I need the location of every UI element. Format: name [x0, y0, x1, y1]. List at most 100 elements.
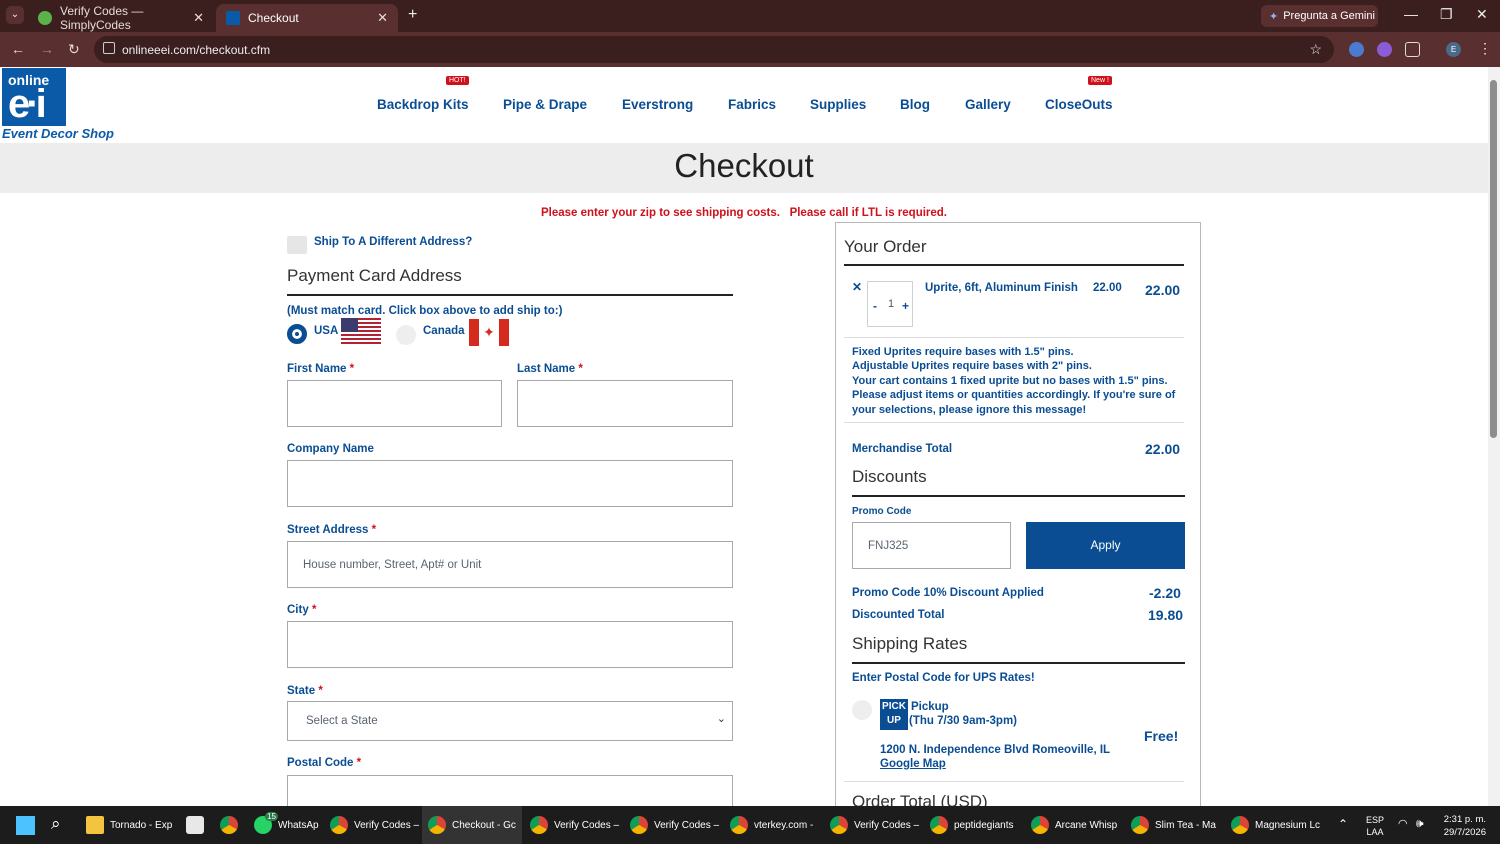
- taskbar-item-arcane[interactable]: Arcane Whisp: [1031, 806, 1117, 844]
- state-select[interactable]: Select a State ⌄: [287, 701, 733, 741]
- url-field[interactable]: onlineeei.com/checkout.cfm ☆: [94, 36, 1334, 63]
- payment-address-heading: Payment Card Address: [287, 266, 462, 285]
- promo-amount: -2.20: [1149, 585, 1181, 601]
- discounted-total-value: 19.80: [1148, 607, 1184, 623]
- qty-minus-button[interactable]: -: [873, 299, 877, 313]
- tab-search-icon[interactable]: ⌄: [6, 6, 24, 24]
- page-scrollbar[interactable]: [1488, 67, 1500, 806]
- gemini-icon: ✦: [1269, 10, 1279, 23]
- street-placeholder: House number, Street, Apt# or Unit: [303, 558, 482, 571]
- pickup-radio[interactable]: [852, 700, 872, 720]
- forward-icon[interactable]: →: [40, 41, 54, 57]
- street-label: Street Address *: [287, 524, 376, 536]
- state-text: State: [287, 685, 316, 697]
- shipping-divider: [852, 662, 1185, 664]
- bookmark-star-icon[interactable]: ☆: [1309, 41, 1322, 58]
- taskbar-item-vterkey[interactable]: vterkey.com -: [730, 806, 813, 844]
- usa-label[interactable]: USA: [314, 325, 338, 337]
- taskbar-item-magnesium[interactable]: Magnesium Lc: [1231, 806, 1320, 844]
- last-name-input[interactable]: [517, 380, 733, 427]
- uprite-notice: Fixed Uprites require bases with 1.5" pi…: [852, 346, 1176, 416]
- scrollbar-thumb[interactable]: [1490, 80, 1497, 438]
- close-window-button[interactable]: ✕: [1476, 6, 1488, 23]
- back-icon[interactable]: ←: [11, 41, 25, 57]
- first-name-text: First Name: [287, 363, 347, 375]
- menu-blog[interactable]: Blog: [900, 97, 930, 112]
- menu-everstrong[interactable]: Everstrong: [622, 97, 693, 112]
- tab-verify-codes[interactable]: Verify Codes — SimplyCodes ✕: [28, 4, 214, 32]
- menu-closeouts[interactable]: CloseOuts: [1045, 97, 1113, 112]
- company-label: Company Name: [287, 443, 374, 455]
- canada-label[interactable]: Canada: [423, 325, 465, 337]
- taskbar-label: Verify Codes –: [654, 819, 720, 831]
- street-input[interactable]: House number, Street, Apt# or Unit: [287, 541, 733, 588]
- reload-icon[interactable]: ↻: [68, 41, 80, 58]
- google-map-link[interactable]: Google Map: [880, 758, 946, 770]
- chrome-icon[interactable]: [220, 816, 238, 834]
- minimize-button[interactable]: —: [1404, 6, 1418, 22]
- qty-plus-button[interactable]: +: [902, 299, 909, 313]
- wifi-icon[interactable]: ◠: [1398, 817, 1408, 830]
- gemini-button[interactable]: ✦ Pregunta a Gemini: [1261, 5, 1378, 27]
- volume-icon[interactable]: 🕪: [1416, 816, 1424, 831]
- tab-label: Verify Codes — SimplyCodes: [60, 4, 144, 32]
- menu-supplies[interactable]: Supplies: [810, 97, 866, 112]
- taskbar-item-verify-4[interactable]: Verify Codes –: [830, 806, 919, 844]
- ship-different-label[interactable]: Ship To A Different Address?: [314, 236, 472, 248]
- extension-shield-icon[interactable]: [1349, 42, 1364, 57]
- menu-backdrop-kits[interactable]: Backdrop Kits: [377, 97, 469, 112]
- taskbar-item-verify-1[interactable]: Verify Codes –: [330, 806, 419, 844]
- usa-radio[interactable]: [287, 324, 307, 344]
- site-logo[interactable]: online e·i: [2, 68, 66, 126]
- city-input[interactable]: [287, 621, 733, 668]
- promo-code-input[interactable]: FNJ325: [852, 522, 1011, 569]
- company-input[interactable]: [287, 460, 733, 507]
- promo-code-value: FNJ325: [868, 539, 909, 552]
- item-name[interactable]: Uprite, 6ft, Aluminum Finish: [925, 282, 1078, 294]
- qty-value[interactable]: 1: [888, 298, 894, 310]
- close-tab-icon[interactable]: ✕: [193, 10, 204, 26]
- new-tab-button[interactable]: +: [408, 6, 417, 24]
- maximize-button[interactable]: ❐: [1440, 6, 1453, 23]
- language-indicator[interactable]: ESP LAA: [1366, 814, 1384, 838]
- taskbar-item-whatsapp[interactable]: WhatsAp: [254, 806, 319, 844]
- windows-start-icon[interactable]: [16, 816, 35, 835]
- tab-checkout[interactable]: Checkout ✕: [216, 4, 398, 32]
- city-text: City: [287, 604, 309, 616]
- web-page: online e·i Event Decor Shop HOT! Backdro…: [0, 67, 1488, 806]
- profile-avatar-icon[interactable]: E: [1446, 42, 1461, 57]
- tray-chevron-icon[interactable]: ⌃: [1338, 817, 1348, 831]
- taskbar-label: Slim Tea - Ma: [1155, 819, 1216, 831]
- extension-purple-icon[interactable]: [1377, 42, 1392, 57]
- notice-divider: [844, 422, 1184, 423]
- taskbar-item-slimtea[interactable]: Slim Tea - Ma: [1131, 806, 1216, 844]
- menu-pipe-drape[interactable]: Pipe & Drape: [503, 97, 587, 112]
- site-info-icon[interactable]: [103, 42, 115, 54]
- menu-kebab-icon[interactable]: ⋮: [1478, 40, 1492, 57]
- ship-different-checkbox[interactable]: [287, 236, 307, 254]
- first-name-input[interactable]: [287, 380, 502, 427]
- match-card-note: (Must match card. Click box above to add…: [287, 305, 563, 317]
- taskbar-item-checkout[interactable]: Checkout - Gc: [422, 806, 522, 844]
- search-icon[interactable]: ⌕: [51, 814, 61, 834]
- taskbar-item-explorer[interactable]: Tornado - Exp: [86, 806, 172, 844]
- your-order-heading: Your Order: [844, 237, 927, 256]
- clock[interactable]: 2:31 p. m. 29/7/2026: [1440, 813, 1486, 839]
- address-bar: ← → ↻ onlineeei.com/checkout.cfm ☆ E ⋮: [0, 32, 1500, 67]
- required-mark: *: [356, 757, 362, 769]
- menu-gallery[interactable]: Gallery: [965, 97, 1011, 112]
- taskbar-item-verify-2[interactable]: Verify Codes –: [530, 806, 619, 844]
- chevron-down-icon: ⌄: [716, 713, 726, 725]
- menu-fabrics[interactable]: Fabrics: [728, 97, 776, 112]
- apply-button[interactable]: Apply: [1026, 522, 1185, 569]
- taskbar-label: Verify Codes –: [854, 819, 920, 831]
- chrome-profile-icon: [1231, 816, 1249, 834]
- close-tab-icon[interactable]: ✕: [377, 10, 388, 26]
- extensions-puzzle-icon[interactable]: [1405, 42, 1420, 57]
- store-icon[interactable]: [186, 816, 204, 834]
- canada-radio[interactable]: [396, 325, 416, 345]
- taskbar-item-peptidegiants[interactable]: peptidegiants: [930, 806, 1014, 844]
- remove-item-icon[interactable]: ✕: [852, 280, 862, 294]
- postal-input[interactable]: [287, 775, 733, 806]
- taskbar-item-verify-3[interactable]: Verify Codes –: [630, 806, 719, 844]
